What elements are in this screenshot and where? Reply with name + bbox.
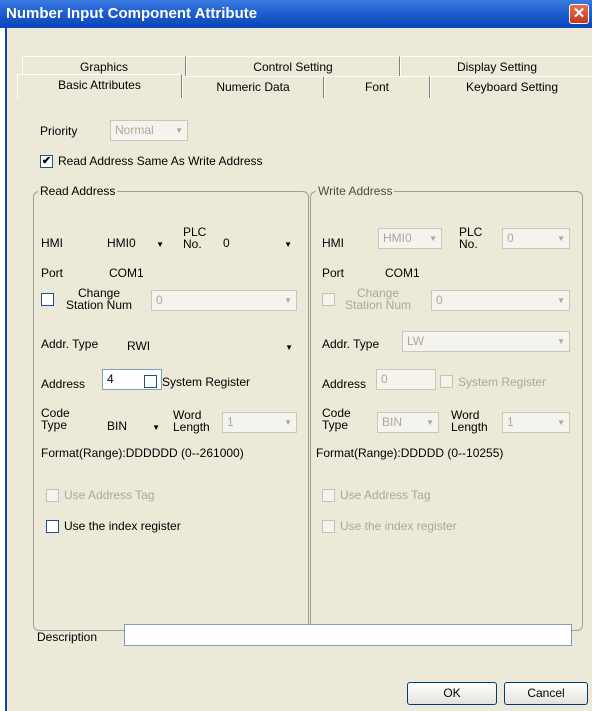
chevron-down-icon: ▼: [284, 296, 292, 305]
chevron-down-icon: ▼: [175, 126, 183, 135]
cancel-button[interactable]: Cancel: [504, 682, 588, 705]
read-use-index-register-label: Use the index register: [64, 519, 181, 533]
read-use-index-register-checkbox[interactable]: [46, 520, 59, 533]
write-word-length-label: Word Length: [451, 408, 488, 434]
tab-basic-attributes[interactable]: Basic Attributes: [17, 74, 182, 98]
read-hmi-value: HMI0: [107, 236, 136, 250]
read-system-register-checkbox[interactable]: [144, 375, 157, 388]
write-station-dropdown[interactable]: 0 ▼: [431, 290, 570, 311]
read-code-type-dropdown[interactable]: BIN ▼: [102, 411, 164, 433]
description-label: Description: [37, 630, 98, 644]
read-system-register-label: System Register: [162, 375, 251, 389]
chevron-down-icon: ▼: [284, 240, 292, 249]
write-use-index-register-label: Use the index register: [340, 519, 457, 533]
write-system-register-label: System Register: [458, 375, 547, 389]
write-plc-label: PLC No.: [459, 225, 483, 251]
write-hmi-label: HMI: [322, 236, 344, 250]
write-port-label: Port: [322, 266, 345, 280]
ok-button[interactable]: OK: [407, 682, 497, 705]
write-plc-value: 0: [507, 231, 514, 245]
write-plc-dropdown[interactable]: 0 ▼: [502, 228, 570, 249]
chevron-down-icon: ▼: [284, 418, 292, 427]
read-addr-type-value: RWI: [127, 339, 151, 353]
chevron-down-icon: ▼: [557, 296, 565, 305]
write-address-title: Write Address: [316, 184, 395, 198]
write-format-text: Format(Range):DDDDD (0--10255): [316, 446, 504, 460]
read-word-length-dropdown[interactable]: 1 ▼: [222, 412, 297, 433]
chevron-down-icon: ▼: [557, 234, 565, 243]
read-word-length-label: Word Length: [173, 408, 210, 434]
write-hmi-dropdown[interactable]: HMI0 ▼: [378, 228, 442, 249]
write-address-input[interactable]: 0: [376, 369, 436, 390]
chevron-down-icon: ▼: [557, 337, 565, 346]
read-change-station-label: Change Station Num: [65, 286, 133, 312]
read-port-value: COM1: [109, 266, 144, 280]
write-use-address-tag-checkbox[interactable]: [322, 489, 335, 502]
read-change-station-checkbox[interactable]: [41, 293, 54, 306]
read-plc-dropdown[interactable]: 0 ▼: [218, 228, 296, 250]
description-input[interactable]: [124, 624, 572, 646]
priority-value: Normal: [115, 123, 154, 137]
read-address-label: Address: [41, 377, 86, 391]
write-address-label: Address: [322, 377, 367, 391]
read-addr-type-label: Addr. Type: [41, 337, 99, 351]
chevron-down-icon: ▼: [429, 234, 437, 243]
write-use-index-register-checkbox[interactable]: [322, 520, 335, 533]
write-code-type-label: Code Type: [322, 406, 351, 432]
write-use-address-tag-label: Use Address Tag: [340, 488, 431, 502]
read-hmi-label: HMI: [41, 236, 63, 250]
read-address-title: Read Address: [38, 184, 118, 198]
priority-label: Priority: [40, 124, 78, 138]
tab-numeric-data[interactable]: Numeric Data: [182, 76, 324, 98]
read-format-text: Format(Range):DDDDDD (0--261000): [41, 446, 244, 460]
chevron-down-icon: ▼: [426, 418, 434, 427]
chevron-down-icon: ▼: [152, 423, 160, 432]
title-bar: Number Input Component Attribute ✕: [0, 0, 592, 28]
write-word-length-dropdown[interactable]: 1 ▼: [502, 412, 570, 433]
read-use-address-tag-label: Use Address Tag: [64, 488, 155, 502]
write-addr-type-dropdown[interactable]: LW ▼: [402, 331, 570, 352]
chevron-down-icon: ▼: [285, 343, 293, 352]
read-same-write-checkbox[interactable]: ✔: [40, 155, 53, 168]
write-word-length-value: 1: [507, 415, 514, 429]
write-system-register-checkbox[interactable]: [440, 375, 453, 388]
write-code-type-value: BIN: [382, 415, 403, 429]
write-change-station-checkbox[interactable]: [322, 293, 335, 306]
dialog-body: Graphics Control Setting Display Setting…: [5, 28, 592, 711]
read-station-value: 0: [156, 293, 163, 307]
read-use-address-tag-checkbox[interactable]: [46, 489, 59, 502]
write-addr-type-value: LW: [407, 334, 425, 348]
read-plc-label: PLC No.: [183, 225, 207, 251]
read-addr-type-dropdown[interactable]: RWI ▼: [122, 331, 297, 353]
tab-font[interactable]: Font: [324, 76, 430, 98]
write-hmi-value: HMI0: [383, 231, 412, 245]
tab-display-setting[interactable]: Display Setting: [400, 56, 592, 78]
read-station-dropdown[interactable]: 0 ▼: [151, 290, 297, 311]
read-word-length-value: 1: [227, 415, 234, 429]
chevron-down-icon: ▼: [156, 240, 164, 249]
write-addr-type-label: Addr. Type: [322, 337, 380, 351]
read-plc-value: 0: [223, 236, 230, 250]
tab-control-setting[interactable]: Control Setting: [186, 56, 400, 78]
close-icon[interactable]: ✕: [569, 4, 589, 24]
read-code-type-label: Code Type: [41, 406, 70, 432]
read-code-type-value: BIN: [107, 419, 128, 433]
write-change-station-label: Change Station Num: [344, 286, 412, 312]
read-port-label: Port: [41, 266, 64, 280]
write-port-value: COM1: [385, 266, 420, 280]
read-same-write-label: Read Address Same As Write Address: [58, 154, 263, 168]
write-station-value: 0: [436, 293, 443, 307]
tab-keyboard-setting[interactable]: Keyboard Setting: [430, 76, 592, 98]
read-hmi-dropdown[interactable]: HMI0 ▼: [102, 228, 168, 250]
window-title: Number Input Component Attribute: [6, 5, 258, 22]
priority-dropdown[interactable]: Normal ▼: [110, 120, 188, 141]
chevron-down-icon: ▼: [557, 418, 565, 427]
write-code-type-dropdown[interactable]: BIN ▼: [377, 412, 439, 433]
